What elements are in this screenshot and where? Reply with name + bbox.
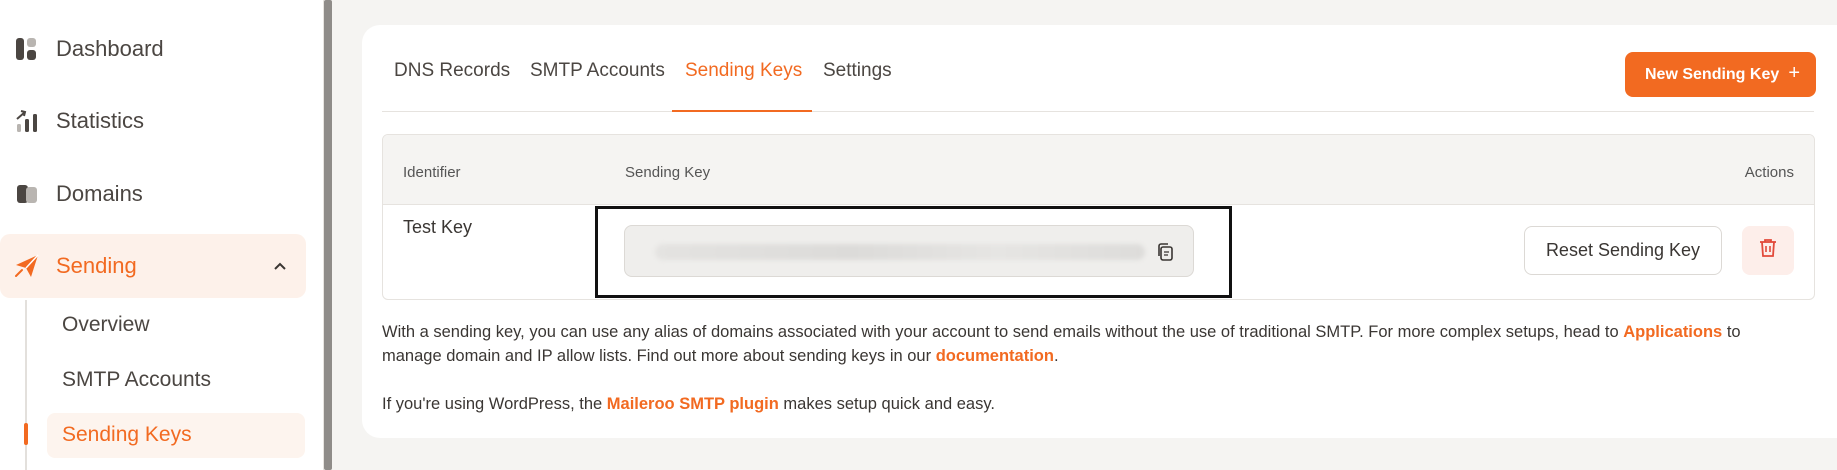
- applications-link[interactable]: Applications: [1623, 323, 1722, 341]
- delete-key-button[interactable]: [1742, 226, 1794, 275]
- info-text: With a sending key, you can use any alia…: [382, 323, 1624, 341]
- trash-icon: [1757, 237, 1779, 264]
- chevron-up-icon[interactable]: [270, 256, 290, 276]
- sidebar-scrollbar[interactable]: [324, 0, 332, 470]
- sidebar-item-label: Dashboard: [56, 36, 164, 61]
- new-sending-key-button[interactable]: New Sending Key +: [1625, 52, 1816, 97]
- sidebar: Dashboard Statistics Domains Sending Ove…: [0, 0, 324, 470]
- documentation-link[interactable]: documentation: [936, 347, 1054, 365]
- copy-icon[interactable]: [1153, 240, 1177, 264]
- info-text: makes setup quick and easy.: [778, 395, 995, 413]
- tab-settings[interactable]: Settings: [823, 60, 892, 82]
- reset-sending-key-button[interactable]: Reset Sending Key: [1524, 226, 1722, 275]
- info-text: If you're using WordPress, the: [382, 395, 607, 413]
- tab-bar: DNS Records SMTP Accounts Sending Keys S…: [382, 40, 1814, 112]
- sidebar-item-label: Sending: [56, 253, 137, 278]
- paper-plane-icon: [12, 251, 42, 281]
- maileroo-smtp-plugin-link[interactable]: Maileroo SMTP plugin: [607, 395, 779, 413]
- tab-dns-records[interactable]: DNS Records: [394, 60, 510, 82]
- sidebar-item-statistics[interactable]: Statistics: [0, 89, 306, 153]
- dashboard-icon: [12, 34, 42, 64]
- sidebar-item-label: Domains: [56, 181, 143, 206]
- active-submenu-marker: [24, 423, 28, 445]
- sending-key-field[interactable]: [624, 225, 1194, 277]
- active-tab-indicator: [672, 110, 812, 112]
- sidebar-item-dashboard[interactable]: Dashboard: [0, 17, 306, 81]
- sidebar-item-label: Statistics: [56, 108, 145, 133]
- domains-icon: [12, 179, 42, 209]
- redacted-key-value: [655, 244, 1145, 260]
- sidebar-subitem-sending-keys[interactable]: Sending Keys: [62, 423, 192, 447]
- table-header: Identifier Sending Key Actions: [383, 135, 1814, 205]
- header-identifier: Identifier: [403, 164, 461, 181]
- sidebar-subitem-overview[interactable]: Overview: [62, 313, 150, 337]
- plus-icon: +: [1788, 62, 1800, 84]
- tab-sending-keys[interactable]: Sending Keys: [685, 60, 802, 82]
- header-actions: Actions: [1744, 164, 1794, 181]
- sidebar-subitem-smtp-accounts[interactable]: SMTP Accounts: [62, 368, 211, 392]
- wordpress-paragraph: If you're using WordPress, the Maileroo …: [382, 392, 1802, 416]
- sidebar-item-domains[interactable]: Domains: [0, 162, 306, 226]
- row-identifier: Test Key: [403, 217, 473, 237]
- sidebar-item-sending[interactable]: Sending: [0, 234, 306, 298]
- info-text: .: [1053, 347, 1059, 365]
- header-sending-key: Sending Key: [625, 164, 711, 181]
- tab-smtp-accounts[interactable]: SMTP Accounts: [530, 60, 665, 82]
- statistics-icon: [12, 106, 42, 136]
- new-sending-key-label: New Sending Key: [1645, 65, 1780, 83]
- info-paragraph: With a sending key, you can use any alia…: [382, 320, 1802, 368]
